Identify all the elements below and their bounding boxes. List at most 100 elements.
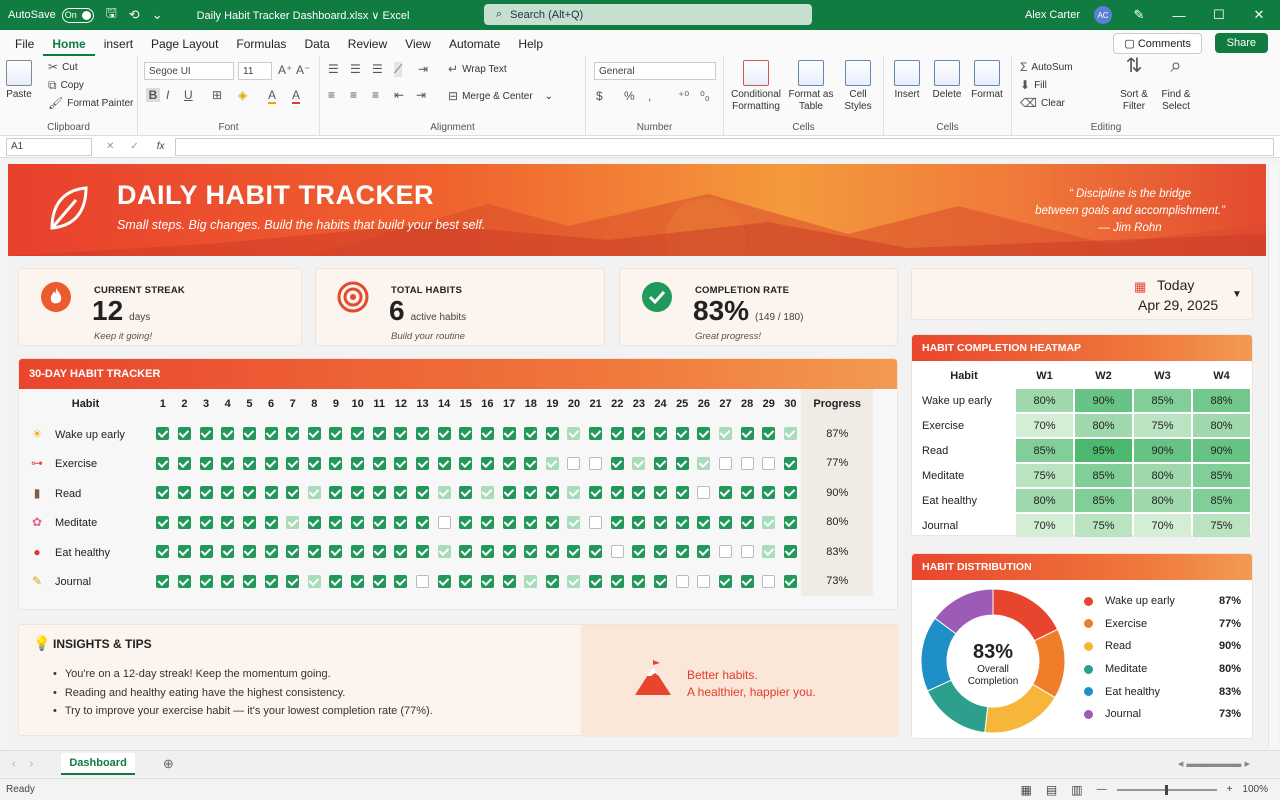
name-box[interactable]: A1 bbox=[6, 137, 92, 156]
day-checkbox[interactable] bbox=[459, 427, 473, 441]
enter-icon[interactable]: ✓ bbox=[130, 141, 138, 152]
day-checkbox[interactable] bbox=[264, 574, 278, 588]
day-checkbox[interactable] bbox=[545, 486, 559, 500]
day-checkbox[interactable] bbox=[394, 486, 408, 500]
align-top-icon[interactable]: ☰ bbox=[328, 62, 339, 76]
day-checkbox[interactable] bbox=[480, 486, 494, 500]
sheet-tab-dashboard[interactable]: Dashboard bbox=[61, 752, 135, 775]
day-checkbox[interactable] bbox=[242, 427, 256, 441]
day-checkbox[interactable] bbox=[372, 574, 386, 588]
day-checkbox[interactable] bbox=[156, 456, 170, 470]
day-checkbox[interactable] bbox=[675, 456, 689, 470]
day-checkbox[interactable] bbox=[437, 456, 451, 470]
day-checkbox[interactable] bbox=[351, 486, 365, 500]
day-checkbox[interactable] bbox=[156, 427, 170, 441]
day-checkbox[interactable] bbox=[177, 427, 191, 441]
day-checkbox[interactable] bbox=[416, 486, 429, 500]
menu-insert[interactable]: insert bbox=[95, 30, 142, 56]
day-checkbox[interactable] bbox=[740, 545, 754, 559]
cell-styles-button[interactable]: Cell Styles bbox=[838, 60, 878, 113]
page-break-icon[interactable]: ▥ bbox=[1071, 783, 1082, 797]
day-checkbox[interactable] bbox=[589, 486, 603, 500]
zoom-level[interactable]: 100% bbox=[1242, 784, 1268, 795]
menu-data[interactable]: Data bbox=[295, 30, 338, 56]
menu-help[interactable]: Help bbox=[509, 30, 552, 56]
day-checkbox[interactable] bbox=[437, 515, 451, 529]
day-checkbox[interactable] bbox=[199, 427, 213, 441]
comments-button[interactable]: ▢ Comments bbox=[1113, 33, 1202, 54]
day-checkbox[interactable] bbox=[242, 574, 256, 588]
day-checkbox[interactable] bbox=[697, 574, 711, 588]
dropdown-icon[interactable]: ▼ bbox=[1232, 289, 1242, 300]
day-checkbox[interactable] bbox=[286, 456, 300, 470]
day-checkbox[interactable] bbox=[372, 515, 386, 529]
day-checkbox[interactable] bbox=[329, 545, 343, 559]
format-as-table-button[interactable]: Format as Table bbox=[786, 60, 836, 113]
day-checkbox[interactable] bbox=[199, 486, 213, 500]
day-checkbox[interactable] bbox=[416, 545, 429, 559]
day-checkbox[interactable] bbox=[654, 574, 668, 588]
day-checkbox[interactable] bbox=[329, 515, 343, 529]
italic-icon[interactable]: I bbox=[166, 88, 169, 102]
day-checkbox[interactable] bbox=[480, 456, 494, 470]
day-checkbox[interactable] bbox=[156, 545, 170, 559]
day-checkbox[interactable] bbox=[177, 456, 191, 470]
day-checkbox[interactable] bbox=[545, 574, 559, 588]
day-checkbox[interactable] bbox=[632, 574, 646, 588]
menu-page-layout[interactable]: Page Layout bbox=[142, 30, 227, 56]
day-checkbox[interactable] bbox=[416, 574, 429, 588]
day-checkbox[interactable] bbox=[221, 545, 235, 559]
day-checkbox[interactable] bbox=[718, 456, 732, 470]
day-checkbox[interactable] bbox=[264, 545, 278, 559]
day-checkbox[interactable] bbox=[307, 427, 321, 441]
align-middle-icon[interactable]: ☰ bbox=[350, 62, 361, 76]
day-checkbox[interactable] bbox=[718, 427, 732, 441]
day-checkbox[interactable] bbox=[567, 456, 581, 470]
search-box[interactable]: ⌕ Search (Alt+Q) bbox=[484, 4, 812, 25]
day-checkbox[interactable] bbox=[783, 486, 797, 500]
decrease-font-icon[interactable]: A⁻ bbox=[296, 63, 310, 77]
fx-button[interactable]: fx bbox=[157, 141, 165, 152]
avatar[interactable]: AC bbox=[1094, 6, 1112, 24]
decrease-decimal-icon[interactable]: ⁰₀ bbox=[700, 89, 710, 103]
day-checkbox[interactable] bbox=[221, 456, 235, 470]
day-checkbox[interactable] bbox=[329, 427, 343, 441]
cut-button[interactable]: ✂ Cut bbox=[48, 60, 78, 74]
maximize-icon[interactable]: ☐ bbox=[1206, 7, 1232, 23]
day-checkbox[interactable] bbox=[459, 545, 473, 559]
font-size-select[interactable]: 11 bbox=[238, 62, 272, 80]
day-checkbox[interactable] bbox=[177, 486, 191, 500]
day-checkbox[interactable] bbox=[762, 515, 776, 529]
day-checkbox[interactable] bbox=[762, 456, 776, 470]
day-checkbox[interactable] bbox=[502, 545, 516, 559]
day-checkbox[interactable] bbox=[718, 545, 732, 559]
day-checkbox[interactable] bbox=[675, 486, 689, 500]
day-checkbox[interactable] bbox=[351, 427, 365, 441]
comma-icon[interactable]: , bbox=[648, 89, 651, 103]
day-checkbox[interactable] bbox=[697, 515, 711, 529]
day-checkbox[interactable] bbox=[697, 427, 711, 441]
day-checkbox[interactable] bbox=[221, 427, 235, 441]
day-checkbox[interactable] bbox=[502, 515, 516, 529]
day-checkbox[interactable] bbox=[718, 486, 732, 500]
day-checkbox[interactable] bbox=[416, 456, 429, 470]
day-checkbox[interactable] bbox=[351, 515, 365, 529]
day-checkbox[interactable] bbox=[567, 486, 581, 500]
day-checkbox[interactable] bbox=[740, 574, 754, 588]
day-checkbox[interactable] bbox=[199, 515, 213, 529]
copy-button[interactable]: ⧉ Copy bbox=[48, 78, 84, 93]
day-checkbox[interactable] bbox=[783, 427, 797, 441]
autosum-button[interactable]: Σ AutoSum bbox=[1020, 60, 1073, 74]
day-checkbox[interactable] bbox=[567, 574, 581, 588]
day-checkbox[interactable] bbox=[351, 574, 365, 588]
day-checkbox[interactable] bbox=[654, 515, 668, 529]
day-checkbox[interactable] bbox=[524, 545, 538, 559]
day-checkbox[interactable] bbox=[221, 486, 235, 500]
day-checkbox[interactable] bbox=[654, 486, 668, 500]
day-checkbox[interactable] bbox=[783, 456, 797, 470]
day-checkbox[interactable] bbox=[545, 427, 559, 441]
day-checkbox[interactable] bbox=[567, 427, 581, 441]
day-checkbox[interactable] bbox=[589, 515, 603, 529]
day-checkbox[interactable] bbox=[242, 515, 256, 529]
normal-view-icon[interactable]: ▦ bbox=[1021, 783, 1032, 797]
